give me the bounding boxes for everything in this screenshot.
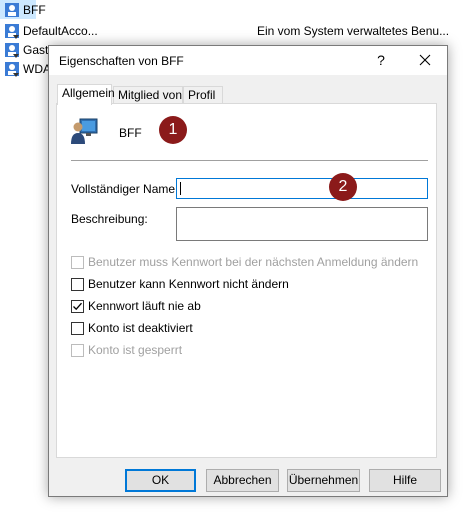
checkbox-must-change-password[interactable]: Benutzer muss Kennwort bei der nächsten … (71, 254, 418, 270)
user-icon (5, 61, 19, 77)
list-item-gast[interactable]: Gast (0, 40, 48, 59)
list-item-defaultaccount[interactable]: DefaultAcco... (0, 21, 98, 40)
close-button[interactable] (415, 50, 435, 70)
checkbox[interactable] (71, 255, 84, 269)
dialog-title: Eigenschaften von BFF (59, 54, 184, 68)
list-item-name: Gast (23, 42, 49, 57)
checkmark-icon (73, 302, 82, 310)
checkbox-checked[interactable] (71, 299, 84, 313)
checkbox-account-locked[interactable]: Konto ist gesperrt (71, 342, 182, 358)
separator (71, 160, 428, 161)
tab-allgemein[interactable]: Allgemein (57, 84, 115, 105)
checkbox[interactable] (71, 277, 84, 291)
text-caret (180, 182, 181, 195)
list-item-name: WDA (23, 61, 51, 76)
checkbox-account-disabled[interactable]: Konto ist deaktiviert (71, 320, 193, 336)
user-icon (5, 42, 19, 58)
help-title-button[interactable]: ? (371, 50, 391, 70)
description-label: Beschreibung: (71, 212, 148, 226)
list-item-name: BFF (23, 2, 46, 17)
annotation-marker-2: 2 (329, 173, 357, 201)
description-input[interactable] (176, 207, 428, 241)
cancel-button[interactable]: Abbrechen (206, 469, 279, 492)
user-icon (5, 23, 19, 39)
help-button[interactable]: Hilfe (369, 469, 441, 492)
ok-button[interactable]: OK (125, 469, 196, 492)
checkbox[interactable] (71, 343, 84, 357)
annotation-marker-1: 1 (159, 116, 187, 144)
apply-button[interactable]: Übernehmen (287, 469, 360, 492)
list-item-description: Ein vom System verwaltetes Benu... (257, 24, 450, 38)
user-computer-icon (71, 118, 98, 144)
list-item-name: DefaultAcco... (23, 23, 98, 38)
tab-panel-allgemein: BFF Vollständiger Name: Beschreibung: Be… (56, 103, 437, 458)
checkbox[interactable] (71, 321, 84, 335)
full-name-label: Vollständiger Name: (71, 182, 179, 196)
list-item-wda[interactable]: WDA (0, 59, 51, 78)
checkbox-password-never-expires[interactable]: Kennwort läuft nie ab (71, 298, 201, 314)
full-name-input[interactable] (176, 178, 428, 199)
checkbox-cannot-change-password[interactable]: Benutzer kann Kennwort nicht ändern (71, 276, 289, 292)
close-icon (419, 54, 431, 66)
tab-mitglied-von[interactable]: Mitglied von (113, 86, 183, 104)
dialog-titlebar[interactable]: Eigenschaften von BFF ? (49, 46, 447, 75)
tab-profil[interactable]: Profil (183, 86, 223, 104)
list-item-bff[interactable]: BFF (0, 0, 46, 19)
properties-dialog: Eigenschaften von BFF ? Allgemein Mitgli… (48, 45, 448, 497)
user-name-heading: BFF (119, 126, 142, 140)
user-icon (5, 2, 19, 17)
